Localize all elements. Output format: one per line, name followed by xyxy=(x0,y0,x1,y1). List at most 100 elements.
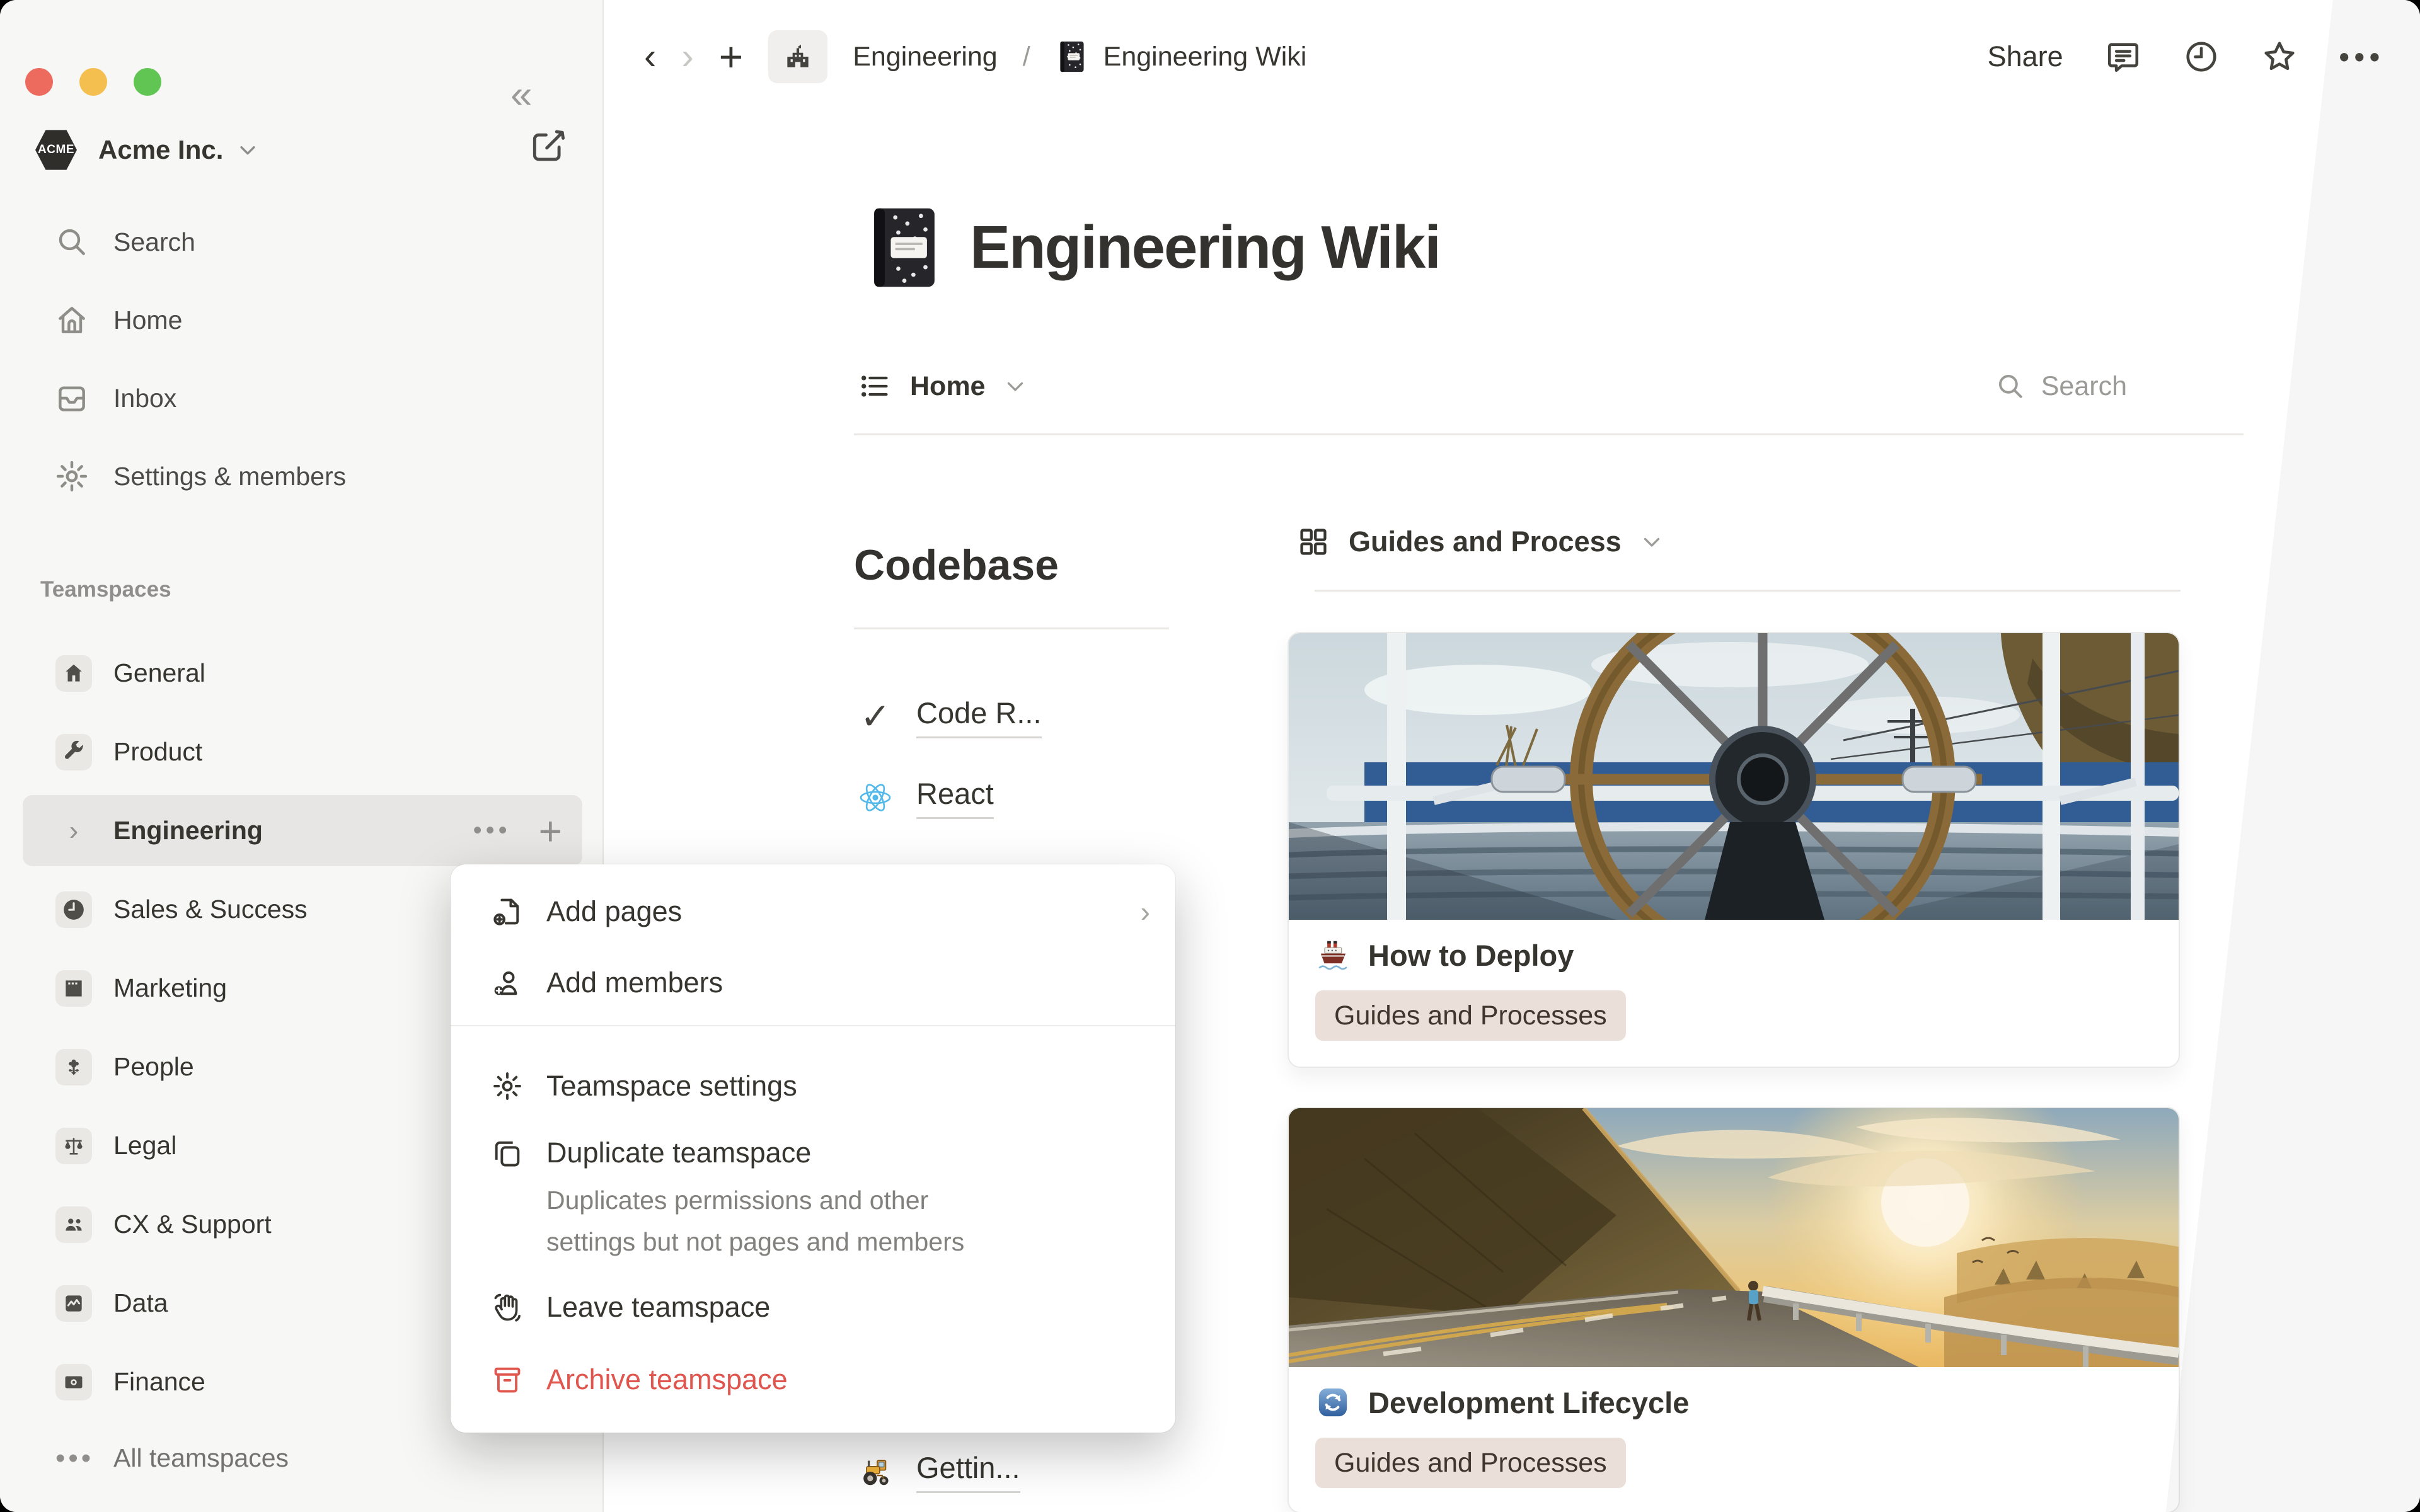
chevron-down-icon xyxy=(1640,530,1663,553)
forward-icon[interactable]: › xyxy=(681,38,693,75)
view-tab-home[interactable]: Home xyxy=(858,353,1027,420)
view-search[interactable]: Search xyxy=(1995,353,2127,420)
expand-chevron-icon[interactable]: › xyxy=(55,813,92,849)
close-window-button[interactable] xyxy=(25,68,53,96)
new-page-icon[interactable] xyxy=(528,126,567,165)
sidebar-item-settings[interactable]: Settings & members xyxy=(0,437,602,515)
ellipsis-icon: ••• xyxy=(55,1443,92,1474)
ship-emoji xyxy=(1315,937,1351,973)
breadcrumb-page[interactable]: Engineering Wiki xyxy=(1056,40,1307,73)
breadcrumb-teamspace[interactable]: Engineering xyxy=(853,42,998,72)
card-tag: Guides and Processes xyxy=(1315,990,1626,1041)
menu-item-leave-teamspace[interactable]: Leave teamspace xyxy=(476,1278,1150,1337)
comments-icon[interactable] xyxy=(2105,38,2141,75)
menu-item-add-pages[interactable]: Add pages xyxy=(476,882,1150,941)
add-member-icon xyxy=(491,966,524,999)
chevron-down-icon xyxy=(237,139,258,161)
breadcrumb-separator: / xyxy=(1023,42,1030,72)
notebook-icon xyxy=(1056,40,1088,73)
tab-divider xyxy=(854,433,2244,435)
menu-item-duplicate-teamspace[interactable]: Duplicate teamspace xyxy=(476,1123,1150,1183)
codebase-divider xyxy=(854,627,1169,629)
gear-icon xyxy=(491,1070,524,1102)
page-more-icon[interactable]: ••• xyxy=(2339,40,2385,74)
sidebar-item-search[interactable]: Search xyxy=(0,203,602,281)
refresh-emoji xyxy=(1315,1385,1351,1420)
window-icon xyxy=(55,970,92,1007)
checkmark-icon: ✓ xyxy=(857,699,894,735)
gallery-section-header[interactable]: Guides and Process xyxy=(1297,517,1663,567)
gallery-grid-icon xyxy=(1297,525,1330,558)
share-button[interactable]: Share xyxy=(1988,40,2063,73)
sidebar-item-label: Settings & members xyxy=(113,462,346,491)
menu-item-archive-teamspace[interactable]: Archive teamspace xyxy=(476,1350,1150,1409)
menu-divider xyxy=(451,1025,1175,1026)
ship-wheel-photo xyxy=(1289,633,2179,920)
window-controls xyxy=(25,68,161,96)
collapse-sidebar-icon[interactable]: « xyxy=(510,76,532,115)
teamspace-general[interactable]: General xyxy=(0,634,602,713)
menu-item-add-members[interactable]: Add members xyxy=(476,953,1150,1012)
sidebar-item-label: Inbox xyxy=(113,384,176,413)
page-link-react[interactable]: React xyxy=(857,771,994,824)
teamspace-product[interactable]: Product xyxy=(0,713,602,791)
clock-icon xyxy=(55,891,92,928)
teamspace-engineering[interactable]: › Engineering ••• + xyxy=(0,791,602,870)
banknote-icon xyxy=(55,1364,92,1400)
sidebar-item-inbox[interactable]: Inbox xyxy=(0,359,602,437)
card-title: How to Deploy xyxy=(1368,938,1574,973)
gallery-divider xyxy=(1315,590,2181,592)
minimize-window-button[interactable] xyxy=(79,68,107,96)
topbar: ‹ › + Engineering / Engineering Wiki Sha… xyxy=(605,0,2420,113)
workspace-name: Acme Inc. xyxy=(98,135,223,165)
people-icon xyxy=(55,1206,92,1243)
notebook-icon xyxy=(867,205,942,290)
gallery-card-how-to-deploy[interactable]: How to Deploy Guides and Processes xyxy=(1288,632,2180,1068)
back-icon[interactable]: ‹ xyxy=(644,38,656,75)
add-page-icon[interactable]: + xyxy=(719,36,744,77)
notion-window: « ACME Acme Inc. Search Home Inbox Setti… xyxy=(0,0,2420,1512)
submenu-chevron-icon: › xyxy=(1141,882,1150,941)
page-link-code-review[interactable]: ✓ Code R... xyxy=(857,690,1042,743)
tractor-icon xyxy=(857,1453,894,1490)
favorite-star-icon[interactable] xyxy=(2261,38,2298,75)
gallery-card-development-lifecycle[interactable]: Development Lifecycle Guides and Process… xyxy=(1288,1107,2180,1512)
page-header: Engineering Wiki xyxy=(867,205,1440,290)
list-view-icon xyxy=(858,370,891,403)
waving-hand-icon xyxy=(491,1291,524,1324)
gear-icon xyxy=(54,459,89,494)
workspace-logo: ACME xyxy=(35,129,77,171)
sidebar-nav: Search Home Inbox Settings & members xyxy=(0,203,602,515)
search-icon xyxy=(54,224,89,260)
page-link-getting-started[interactable]: Gettin... xyxy=(857,1445,1020,1498)
updates-clock-icon[interactable] xyxy=(2183,38,2220,75)
teamspace-more-icon[interactable]: ••• xyxy=(473,816,511,845)
scales-icon xyxy=(55,1128,92,1164)
teamspaces-section-label: Teamspaces xyxy=(40,577,171,602)
workspace-switcher[interactable]: ACME Acme Inc. xyxy=(35,117,258,183)
duplicate-description: Duplicates permissions and other setting… xyxy=(546,1179,988,1263)
duplicate-icon xyxy=(491,1137,524,1169)
wrench-icon xyxy=(55,734,92,770)
card-tag: Guides and Processes xyxy=(1315,1438,1626,1488)
teamspace-row-actions: ••• + xyxy=(473,816,562,845)
zoom-window-button[interactable] xyxy=(134,68,161,96)
card-title: Development Lifecycle xyxy=(1368,1385,1689,1420)
sidebar-item-label: Home xyxy=(113,306,182,335)
react-atom-icon xyxy=(857,779,894,816)
teamspace-building-icon[interactable] xyxy=(768,30,827,83)
codebase-heading[interactable]: Codebase xyxy=(854,541,1059,590)
teamspace-context-menu: Add pages › Add members Teamspace settin… xyxy=(451,864,1175,1433)
home-icon xyxy=(54,302,89,338)
house-icon xyxy=(55,655,92,692)
menu-item-teamspace-settings[interactable]: Teamspace settings xyxy=(476,1057,1150,1116)
sidebar-item-home[interactable]: Home xyxy=(0,281,602,359)
mountain-road-photo xyxy=(1289,1108,2179,1367)
add-page-icon xyxy=(491,895,524,928)
search-icon xyxy=(1995,370,2026,402)
chart-icon xyxy=(55,1285,92,1322)
flower-icon xyxy=(55,1049,92,1085)
page-title[interactable]: Engineering Wiki xyxy=(970,213,1440,282)
inbox-icon xyxy=(54,381,89,416)
archive-icon xyxy=(491,1363,524,1396)
